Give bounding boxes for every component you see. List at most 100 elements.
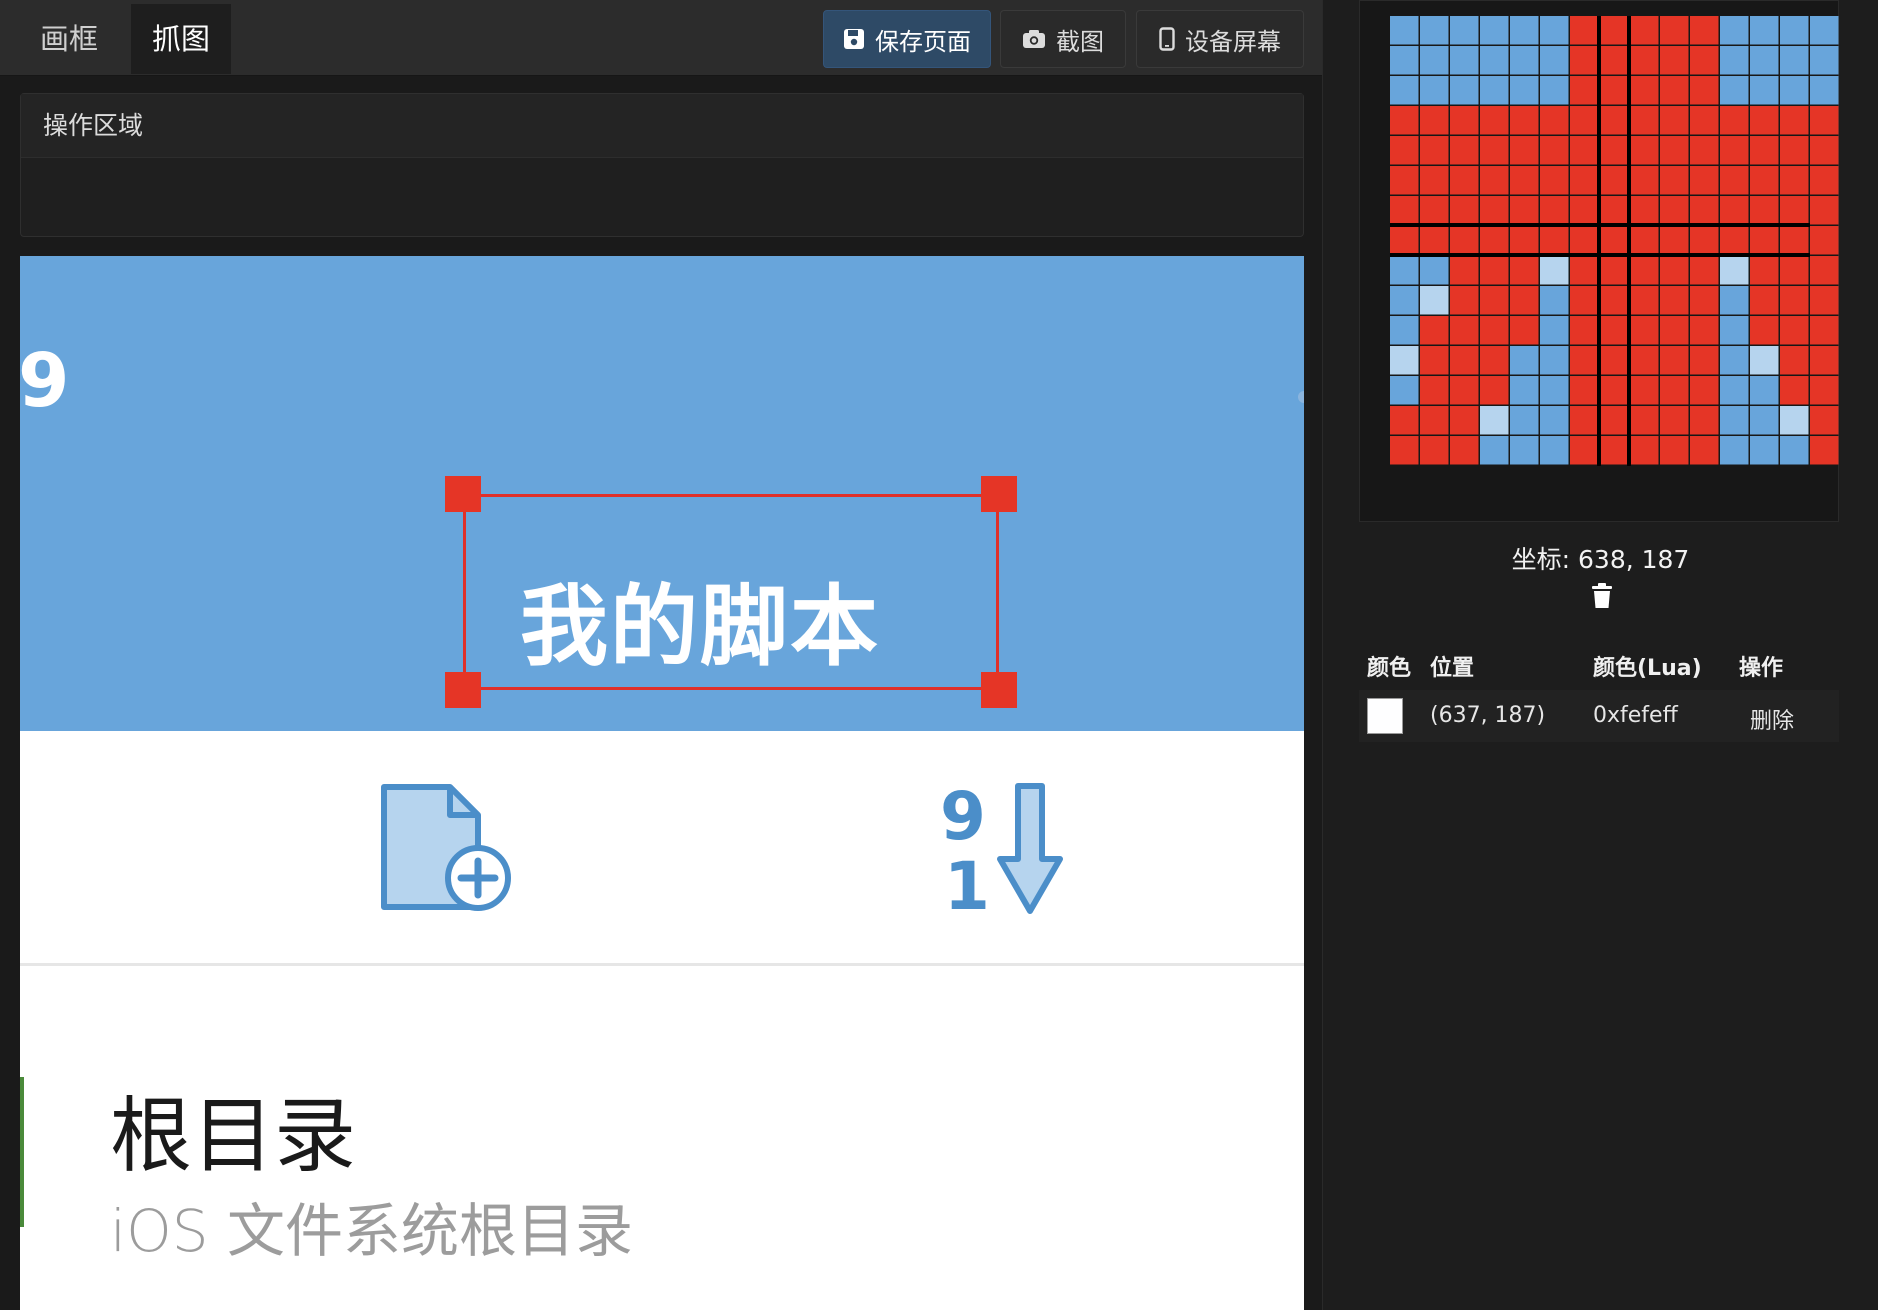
magnifier-pixel xyxy=(1420,376,1449,405)
magnifier-pixel xyxy=(1510,16,1539,45)
magnifier-pixel xyxy=(1480,346,1509,375)
magnifier-pixel xyxy=(1480,166,1509,195)
magnifier-pixel xyxy=(1750,376,1779,405)
selection-handle-bottom-right[interactable] xyxy=(981,672,1017,708)
device-screen-button[interactable]: 设备屏幕 xyxy=(1136,10,1304,68)
color-swatch xyxy=(1367,698,1403,734)
device-toolbar: 9 1 xyxy=(20,731,1304,966)
magnifier-pixel xyxy=(1600,346,1629,375)
magnifier-pixel xyxy=(1750,76,1779,105)
sort-descending-icon[interactable]: 9 1 xyxy=(938,778,1068,925)
magnifier-pixel xyxy=(1660,286,1689,315)
magnifier-pixel xyxy=(1780,16,1809,45)
magnifier-pixel xyxy=(1780,406,1809,435)
magnifier-pixel xyxy=(1630,406,1659,435)
magnifier-pixel xyxy=(1720,76,1749,105)
magnifier-pixel xyxy=(1450,136,1479,165)
magnifier-pixel xyxy=(1390,46,1419,75)
magnifier-pixel xyxy=(1660,436,1689,465)
save-page-button[interactable]: 保存页面 xyxy=(823,10,991,68)
magnifier-pixel xyxy=(1690,376,1719,405)
magnifier-pixel xyxy=(1510,46,1539,75)
magnifier-pixel xyxy=(1480,316,1509,345)
magnifier-pixel xyxy=(1420,16,1449,45)
magnifier-pixel xyxy=(1480,406,1509,435)
magnifier-pixel xyxy=(1420,196,1449,225)
magnifier-pixel xyxy=(1660,166,1689,195)
magnifier-pixel xyxy=(1690,286,1719,315)
magnifier-pixel xyxy=(1540,46,1569,75)
magnifier-pixel xyxy=(1570,106,1599,135)
magnifier-pixel xyxy=(1750,16,1779,45)
magnifier-pixel xyxy=(1420,76,1449,105)
magnifier-pixel xyxy=(1570,196,1599,225)
magnifier-pixel xyxy=(1420,106,1449,135)
magnifier-pixel xyxy=(1480,106,1509,135)
magnifier-pixel xyxy=(1540,256,1569,285)
magnifier-pixel xyxy=(1510,376,1539,405)
magnifier-pixel xyxy=(1390,226,1419,255)
magnifier-pixel xyxy=(1450,376,1479,405)
magnifier-pixel xyxy=(1570,316,1599,345)
magnifier-pixel xyxy=(1810,376,1839,405)
magnifier-pixel xyxy=(1750,256,1779,285)
magnifier-pixel xyxy=(1510,256,1539,285)
magnifier-pixel xyxy=(1630,16,1659,45)
trash-icon[interactable] xyxy=(1591,583,1613,613)
magnifier-pixel xyxy=(1450,406,1479,435)
magnifier-pixel xyxy=(1390,406,1419,435)
magnifier-pixel xyxy=(1450,226,1479,255)
selection-box[interactable] xyxy=(463,494,999,690)
screenshot-button[interactable]: 截图 xyxy=(1000,10,1126,68)
magnifier-pixel xyxy=(1540,226,1569,255)
operation-panel-title: 操作区域 xyxy=(21,94,1303,158)
magnifier-pixel xyxy=(1600,226,1629,255)
magnifier-pixel xyxy=(1630,346,1659,375)
list-item-root[interactable]: 根目录 iOS 文件系统根目录 xyxy=(20,969,1304,1310)
magnifier-pixel xyxy=(1540,106,1569,135)
magnifier-pixel xyxy=(1570,376,1599,405)
magnifier-pixel xyxy=(1750,436,1779,465)
screenshot-label: 截图 xyxy=(1056,27,1104,56)
magnifier-pixel xyxy=(1630,286,1659,315)
phone-icon xyxy=(1159,27,1175,51)
magnifier-pixel xyxy=(1780,376,1809,405)
save-page-label: 保存页面 xyxy=(875,27,971,56)
selection-handle-top-left[interactable] xyxy=(445,476,481,512)
selection-handle-top-right[interactable] xyxy=(981,476,1017,512)
device-screen-capture[interactable]: 9 我的脚本 9 1 根目录 iOS 文件系统根目录 xyxy=(20,256,1304,1310)
magnifier-pixel xyxy=(1480,226,1509,255)
magnifier-pixel xyxy=(1570,346,1599,375)
magnifier-pixel xyxy=(1540,406,1569,435)
magnifier-pixel xyxy=(1510,196,1539,225)
magnifier-pixel xyxy=(1390,256,1419,285)
magnifier-pixel xyxy=(1420,286,1449,315)
magnifier-pixel xyxy=(1750,136,1779,165)
magnifier-pixel xyxy=(1600,166,1629,195)
magnifier-pixel xyxy=(1720,316,1749,345)
new-file-icon[interactable] xyxy=(378,781,513,920)
magnifier-pixel xyxy=(1420,136,1449,165)
device-screen-label: 设备屏幕 xyxy=(1185,27,1281,56)
magnifier-pixel xyxy=(1480,136,1509,165)
delete-row-link[interactable]: 删除 xyxy=(1750,703,1794,735)
magnifier-pixel xyxy=(1630,226,1659,255)
magnifier-pixel xyxy=(1750,106,1779,135)
tab-frame[interactable]: 画框 xyxy=(8,4,130,74)
magnifier-pixel xyxy=(1420,316,1449,345)
magnifier-pixel xyxy=(1630,316,1659,345)
magnifier-pixel xyxy=(1810,16,1839,45)
magnifier-pixel xyxy=(1630,256,1659,285)
tab-capture[interactable]: 抓图 xyxy=(131,4,231,74)
selection-handle-bottom-left[interactable] xyxy=(445,672,481,708)
magnifier-pixel xyxy=(1660,406,1689,435)
magnifier-pixel xyxy=(1600,436,1629,465)
magnifier-pixel xyxy=(1720,286,1749,315)
magnifier-pixel xyxy=(1780,106,1809,135)
magnifier-pixel xyxy=(1780,436,1809,465)
magnifier-pixel xyxy=(1480,256,1509,285)
magnifier-pixel xyxy=(1660,106,1689,135)
magnifier-pixel xyxy=(1510,166,1539,195)
top-toolbar: 画框 抓图 保存页面 截图 设备屏幕 xyxy=(0,0,1322,76)
operation-panel: 操作区域 xyxy=(20,93,1304,237)
